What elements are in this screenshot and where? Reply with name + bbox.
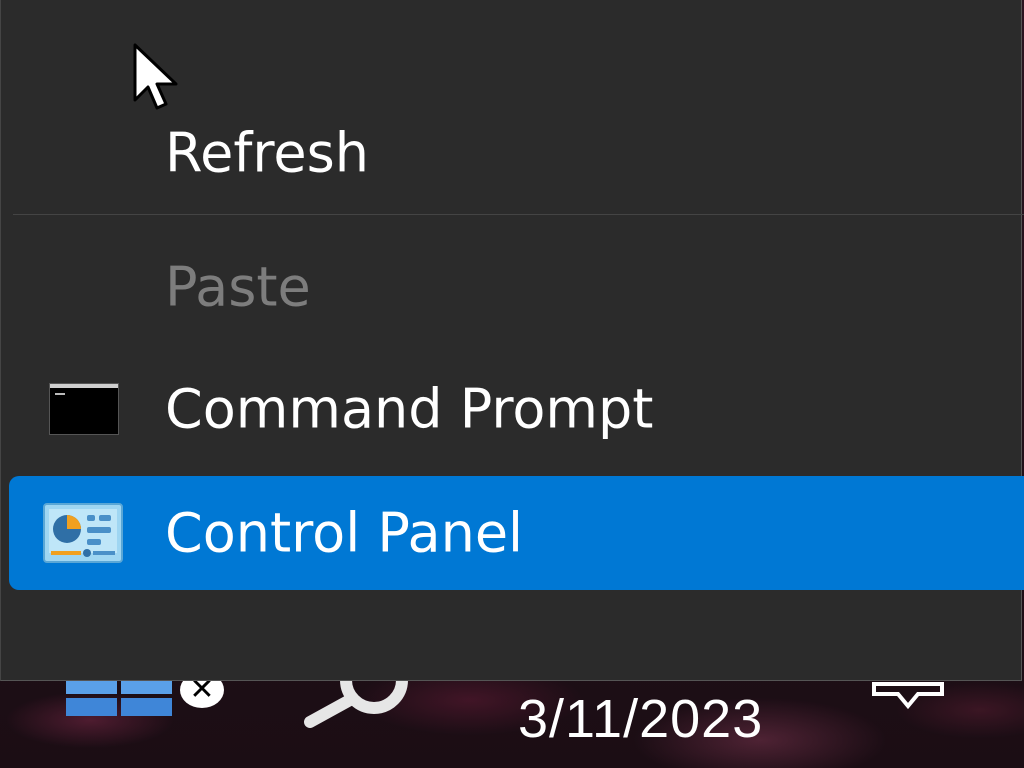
menu-item-control-panel[interactable]: Control Panel [9,476,1024,590]
menu-separator [13,214,1024,215]
taskbar-clock-date[interactable]: 3/11/2023 [518,688,763,750]
menu-item-paste: Paste [9,230,1024,344]
command-prompt-icon [49,383,119,435]
menu-item-label: Refresh [165,121,369,185]
control-panel-icon [43,503,123,563]
mouse-cursor-icon [133,43,178,110]
menu-item-command-prompt[interactable]: Command Prompt [9,352,1024,466]
start-icon[interactable] [66,676,172,720]
menu-item-label: Command Prompt [165,377,654,441]
menu-item-label: Control Panel [165,501,524,565]
menu-item-label: Paste [165,255,311,319]
